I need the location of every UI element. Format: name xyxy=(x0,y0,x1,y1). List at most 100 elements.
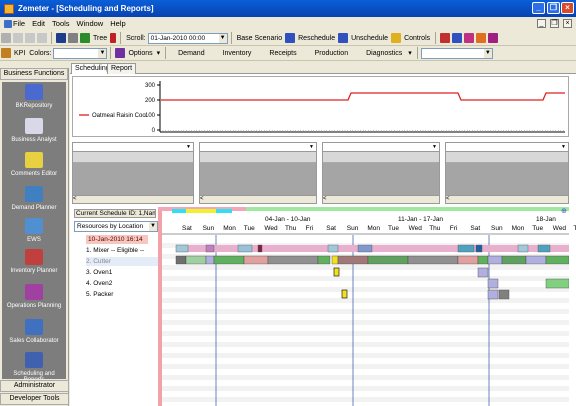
sidebar-item-sales-collaborator[interactable]: Sales Collaborator xyxy=(2,319,66,344)
kpi-icon[interactable] xyxy=(1,48,11,58)
save-icon[interactable] xyxy=(56,33,66,43)
oven2-task xyxy=(487,278,499,289)
back-icon[interactable] xyxy=(1,33,11,43)
copy-icon[interactable] xyxy=(25,33,35,43)
demand-button[interactable]: Demand xyxy=(178,50,204,57)
panel-scrollbar[interactable]: < xyxy=(200,195,316,203)
panel-dropdown-icon[interactable]: ▼ xyxy=(308,144,315,150)
unschedule-button[interactable]: Unschedule xyxy=(351,35,388,42)
row-band xyxy=(162,386,569,391)
production-button[interactable]: Production xyxy=(315,50,348,57)
row-band xyxy=(162,375,569,380)
cutter-task xyxy=(243,255,269,265)
resource-row-mixer[interactable]: 1. Mixer -- Eligible -- xyxy=(86,246,144,255)
stats-icon[interactable] xyxy=(488,33,499,43)
mixer-task xyxy=(537,244,551,253)
sidebar-item-bkrepository[interactable]: BKRepository xyxy=(2,84,66,109)
maximize-button[interactable]: ❐ xyxy=(547,2,560,14)
scroll-date-select[interactable]: 01-Jan-2010 00:00 ▼ xyxy=(147,32,228,44)
resource-row-oven2[interactable]: 4. Oven2 xyxy=(86,279,112,288)
receipts-button[interactable]: Receipts xyxy=(269,50,296,57)
row-band xyxy=(162,342,569,347)
mixer-task xyxy=(475,244,483,253)
paste-icon[interactable] xyxy=(37,33,47,43)
sidebar-item-comments-editor[interactable]: Comments Editor xyxy=(2,152,66,177)
options-button[interactable]: Options xyxy=(128,50,152,57)
sidebar-item-inventory-planner[interactable]: Inventory Planner xyxy=(2,249,66,274)
child-close-button[interactable]: × xyxy=(563,19,572,28)
menu-window[interactable]: Window xyxy=(77,19,104,28)
resource-row-oven1[interactable]: 3. Oven1 xyxy=(86,268,112,277)
current-time-label: 10-Jan-2010 16:14 xyxy=(86,235,148,244)
cut-icon[interactable] xyxy=(13,33,23,43)
menu-tools[interactable]: Tools xyxy=(52,19,70,28)
packer-task xyxy=(341,289,348,299)
business-functions-header[interactable]: Business Functions xyxy=(0,68,68,80)
tree-button[interactable]: Tree xyxy=(93,35,107,42)
mixer-task xyxy=(257,244,263,253)
developer-tools-header[interactable]: Developer Tools xyxy=(0,393,69,405)
menu-bar: File Edit Tools Window Help xyxy=(0,17,576,30)
panel-scrollbar[interactable]: < xyxy=(446,195,568,203)
chart-icon[interactable] xyxy=(440,33,451,43)
gantt-chart: Current Schedule ID: 1,Name: Resources b… xyxy=(72,207,576,406)
print-icon[interactable] xyxy=(68,33,78,43)
down-arrow-icon[interactable] xyxy=(110,33,117,43)
sidebar-item-business-analyst[interactable]: Business Analyst xyxy=(2,118,66,143)
cutter-task xyxy=(175,255,187,265)
reschedule-icon[interactable] xyxy=(285,33,296,43)
panel-dropdown-icon[interactable]: ▼ xyxy=(185,144,192,150)
sidebar-item-scheduling-and-reports[interactable]: Scheduling and Reports xyxy=(2,352,66,379)
mixer-task xyxy=(205,244,215,253)
close-button[interactable]: × xyxy=(561,2,574,14)
bkrepository-icon xyxy=(25,84,43,100)
sidebar-item-operations-planning[interactable]: Operations Planning xyxy=(2,284,66,309)
administrator-header[interactable]: Administrator xyxy=(0,380,69,392)
reschedule-button[interactable]: Reschedule xyxy=(298,35,335,42)
controls-icon[interactable] xyxy=(391,33,402,43)
packer-task xyxy=(498,289,510,300)
report-icon[interactable] xyxy=(464,33,475,43)
inventory-button[interactable]: Inventory xyxy=(223,50,252,57)
panel-dropdown-icon[interactable]: ▼ xyxy=(431,144,438,150)
menu-file[interactable]: File xyxy=(13,19,25,28)
cutter-task xyxy=(477,255,489,265)
line-chart: 300 200 100 0 Oatmeal Raisin Coo xyxy=(72,76,569,137)
base-scenario-button[interactable]: Base Scenario xyxy=(237,35,283,42)
title-bar: Zemeter - [Scheduling and Reports] _ ❐ × xyxy=(0,0,576,17)
unschedule-icon[interactable] xyxy=(338,33,349,43)
panel-scrollbar[interactable]: < xyxy=(323,195,439,203)
panel-scrollbar[interactable]: < xyxy=(73,195,193,203)
child-minimize-button[interactable]: _ xyxy=(537,19,546,28)
bar-chart-icon[interactable] xyxy=(452,33,463,43)
sidebar-item-demand-planner[interactable]: Demand Planner xyxy=(2,186,66,211)
cutter-task xyxy=(457,255,479,265)
sales-collaborator-icon xyxy=(25,319,43,335)
gantt-bars[interactable] xyxy=(158,207,569,406)
export-icon[interactable] xyxy=(476,33,487,43)
options-icon[interactable] xyxy=(115,48,126,58)
controls-button[interactable]: Controls xyxy=(404,35,430,42)
cutter-task xyxy=(267,255,319,265)
resource-row-cutter[interactable]: 2. Cutter xyxy=(86,257,158,266)
colors-select[interactable]: ▼ xyxy=(53,47,108,59)
menu-help[interactable]: Help xyxy=(110,19,125,28)
minimize-button[interactable]: _ xyxy=(532,2,545,14)
diagnostics-button[interactable]: Diagnostics xyxy=(366,50,402,57)
summary-panel-4: ▼ < xyxy=(445,142,569,204)
cutter-task xyxy=(205,255,215,265)
row-band xyxy=(162,364,569,369)
kpi-button[interactable]: KPI xyxy=(14,50,25,57)
view-select[interactable]: Resources by Location ▼ xyxy=(74,221,158,232)
child-restore-button[interactable]: ❐ xyxy=(550,19,559,28)
tab-report[interactable]: Report xyxy=(107,63,137,74)
gantt-timeline[interactable]: ⊕ 04-Jan - 10-Jan 11-Jan - 17-Jan 18-Jan… xyxy=(158,207,576,406)
tree-icon[interactable] xyxy=(80,33,90,43)
mixer-task xyxy=(327,244,339,253)
resource-row-packer[interactable]: 5. Packer xyxy=(86,290,113,299)
sidebar-item-ews[interactable]: EWS xyxy=(2,218,66,243)
filter-select[interactable]: ▼ xyxy=(420,47,493,59)
demand-planner-icon xyxy=(25,186,43,202)
menu-edit[interactable]: Edit xyxy=(32,19,45,28)
panel-dropdown-icon[interactable]: ▼ xyxy=(560,144,567,150)
